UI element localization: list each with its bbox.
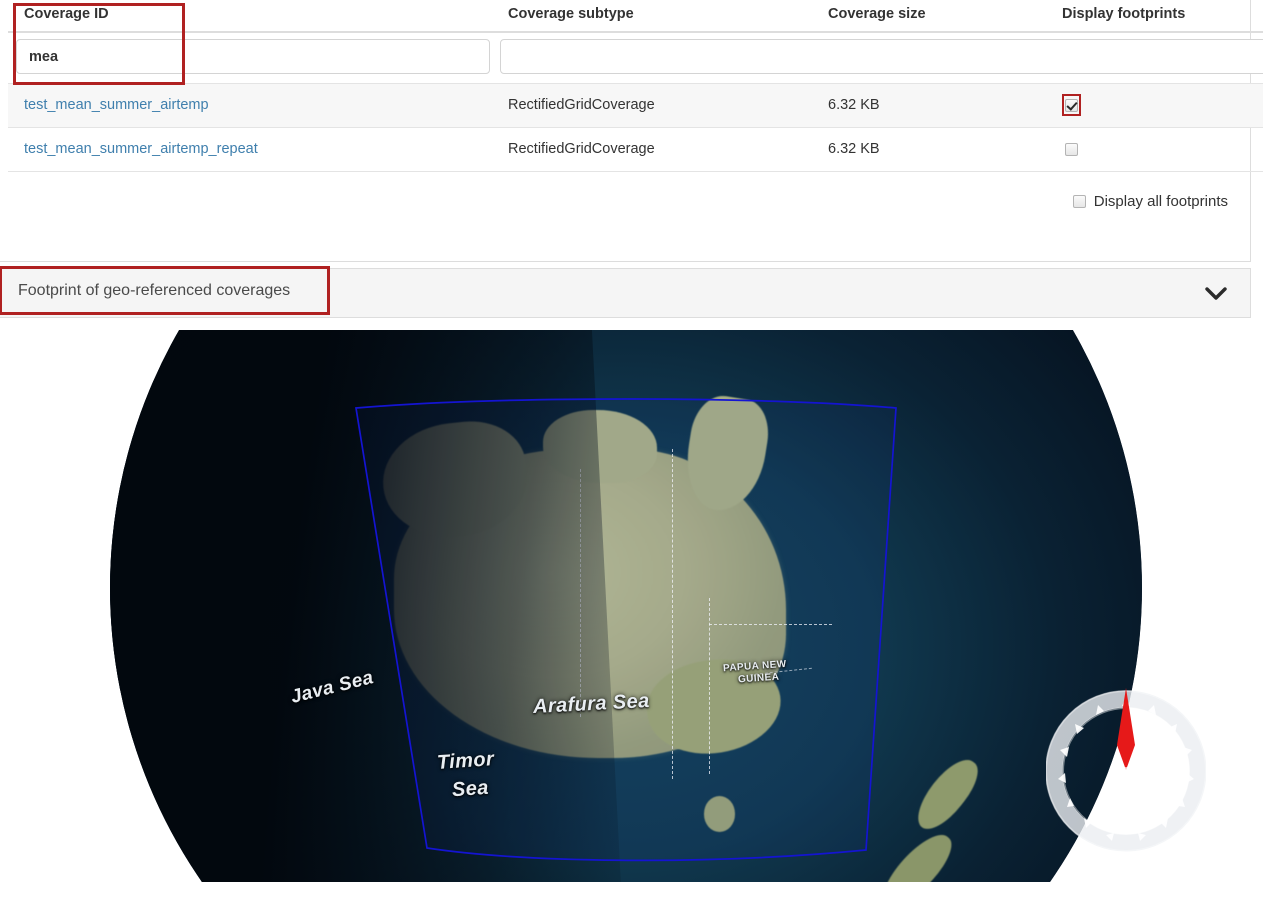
column-header-coverage-size[interactable]: Coverage size [812, 0, 1046, 32]
map-label: Timor [436, 748, 495, 775]
table-row[interactable]: test_mean_summer_airtemp_repeat Rectifie… [8, 128, 1263, 172]
coverage-list-panel: Coverage ID Coverage subtype Coverage si… [0, 0, 1251, 262]
landmass-tasmania [704, 796, 735, 831]
footprint-panel-title: Footprint of geo-referenced coverages [18, 282, 290, 300]
coverage-table: Coverage ID Coverage subtype Coverage si… [8, 0, 1263, 172]
coverage-id-filter-cell [8, 32, 492, 84]
coverage-subtype-filter-cell [492, 32, 1263, 84]
display-all-footprints-label: Display all footprints [1094, 193, 1228, 210]
display-all-footprints-row[interactable]: Display all footprints [1073, 193, 1228, 210]
display-footprint-checkbox[interactable] [1065, 143, 1078, 156]
coverage-filter-row [8, 32, 1263, 84]
coverage-link[interactable]: test_mean_summer_airtemp [24, 97, 209, 113]
coverage-table-head: Coverage ID Coverage subtype Coverage si… [8, 0, 1263, 32]
state-border-line [709, 624, 833, 625]
map-label: Sea [451, 777, 489, 803]
state-border-line [672, 449, 673, 779]
coverage-table-body: test_mean_summer_airtemp RectifiedGridCo… [8, 32, 1263, 172]
footprint-title-highlight-box: Footprint of geo-referenced coverages [0, 266, 330, 315]
table-row[interactable]: test_mean_summer_airtemp RectifiedGridCo… [8, 84, 1263, 128]
footprint-checkbox-wrap [1062, 138, 1081, 160]
cell-display-footprint [1046, 128, 1263, 172]
cell-coverage-size: 6.32 KB [812, 128, 1046, 172]
display-all-footprints-checkbox[interactable] [1073, 195, 1086, 208]
footprint-panel-header[interactable]: Footprint of geo-referenced coverages [0, 268, 1251, 318]
footprint-checkbox-highlight [1062, 94, 1081, 116]
cell-coverage-size: 6.32 KB [812, 84, 1046, 128]
cell-coverage-id: test_mean_summer_airtemp [8, 84, 492, 128]
column-header-coverage-subtype[interactable]: Coverage subtype [492, 0, 812, 32]
column-header-coverage-id[interactable]: Coverage ID [8, 0, 492, 32]
globe-sphere [110, 330, 1142, 882]
globe-terminator-shadow [110, 330, 637, 882]
coverage-id-search-input[interactable] [16, 39, 490, 74]
column-header-display-footprints[interactable]: Display footprints [1046, 0, 1263, 32]
chevron-down-icon[interactable] [1204, 282, 1228, 306]
cell-display-footprint [1046, 84, 1263, 128]
coverage-table-header-row: Coverage ID Coverage subtype Coverage si… [8, 0, 1263, 32]
cell-coverage-subtype: RectifiedGridCoverage [492, 128, 812, 172]
globe-map-viewport[interactable]: Java Sea Arafura Sea PAPUA NEW GUINEA Ti… [0, 330, 1263, 882]
display-footprint-checkbox[interactable] [1065, 99, 1078, 112]
cell-coverage-subtype: RectifiedGridCoverage [492, 84, 812, 128]
coverage-subtype-search-input[interactable] [500, 39, 1263, 74]
coverage-link[interactable]: test_mean_summer_airtemp_repeat [24, 141, 258, 157]
compass-north-indicator[interactable] [1046, 673, 1206, 867]
cell-coverage-id: test_mean_summer_airtemp_repeat [8, 128, 492, 172]
